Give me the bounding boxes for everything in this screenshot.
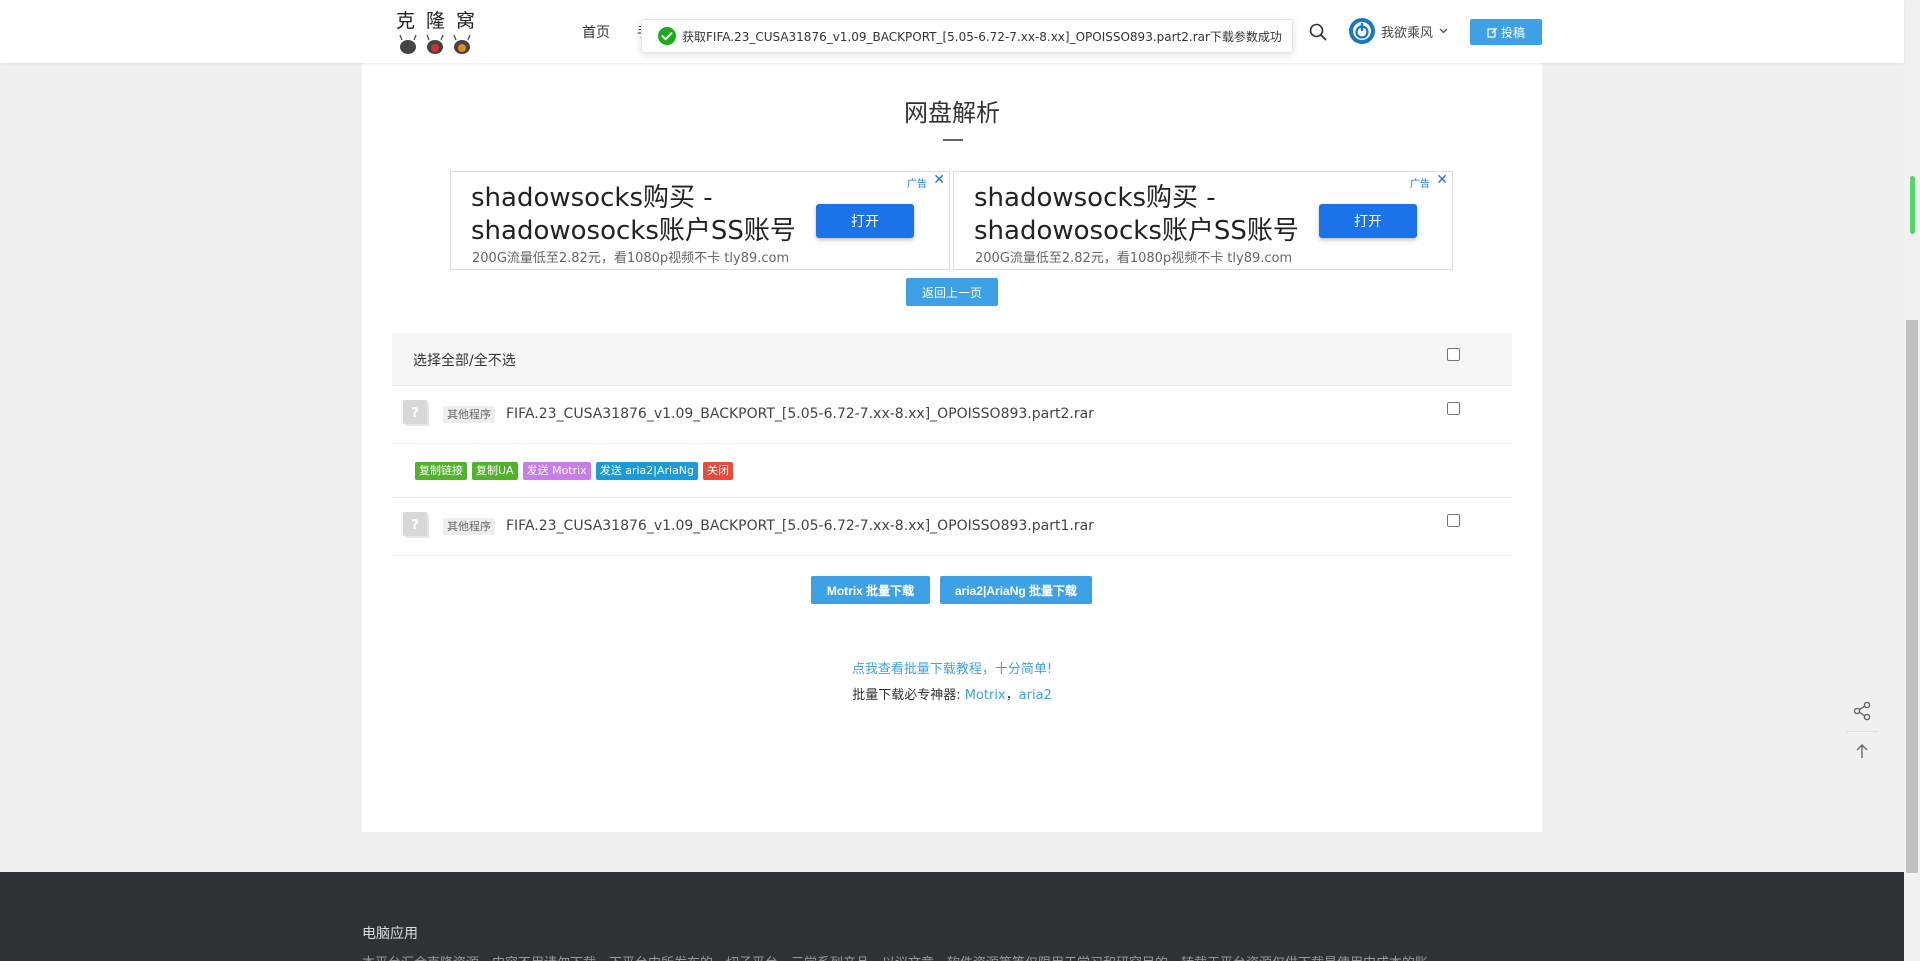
copy-ua-button[interactable]: 复制UA <box>472 461 518 480</box>
close-icon[interactable]: ✕ <box>933 172 945 188</box>
tools-line: 批量下载必专神器: Motrix，aria2 <box>362 684 1542 703</box>
select-all-label: 选择全部/全不选 <box>413 353 516 369</box>
file-actions-row: 复制链接 复制UA 发送 Motrix 发送 aria2|AriaNg 关闭 <box>392 444 1512 498</box>
aria2-link[interactable]: aria2 <box>1019 688 1052 703</box>
ad-title-line: shadowsocks购买 - <box>471 183 713 213</box>
title-divider <box>943 139 963 141</box>
ad-open-button[interactable]: 打开 <box>816 204 914 238</box>
ad-title[interactable]: shadowsocks购买 - shadowosocks账户SS账号 <box>471 182 811 248</box>
motrix-link[interactable]: Motrix <box>965 688 1006 703</box>
svg-text:?: ? <box>411 518 419 533</box>
username: 我欲乘风 <box>1381 25 1434 41</box>
file-row: ? 其他程序 FIFA.23_CUSA31876_v1.09_BACKPORT_… <box>392 498 1512 556</box>
ad-label[interactable]: 广告 <box>907 175 927 190</box>
ad-title-line: shadowsocks购买 - <box>974 183 1216 213</box>
logo-text: 克隆窝 <box>396 10 487 32</box>
select-all-row: 选择全部/全不选 <box>392 333 1512 386</box>
batch-aria2-button[interactable]: aria2|AriaNg 批量下载 <box>940 576 1092 604</box>
copy-link-button[interactable]: 复制链接 <box>415 461 467 480</box>
contribute-button[interactable]: 投稿 <box>1470 19 1542 45</box>
ad-subtitle: 200G流量低至2.82元，看1080p视频不卡 tly89.com <box>472 251 790 266</box>
tools-separator: ， <box>1005 688 1019 703</box>
file-checkbox[interactable] <box>1447 514 1460 527</box>
file-type-badge: 其他程序 <box>443 518 495 535</box>
main-content: 网盘解析 shadowsocks购买 - shadowosocks账户SS账号 … <box>362 63 1542 832</box>
arrow-up-icon[interactable] <box>1848 737 1876 765</box>
file-name[interactable]: FIFA.23_CUSA31876_v1.09_BACKPORT_[5.05-6… <box>506 406 1094 422</box>
back-button[interactable]: 返回上一页 <box>906 278 998 306</box>
footer-title: 电脑应用 <box>362 926 418 942</box>
ad-title[interactable]: shadowsocks购买 - shadowosocks账户SS账号 <box>974 182 1314 248</box>
search-icon[interactable] <box>1309 23 1327 41</box>
file-name[interactable]: FIFA.23_CUSA31876_v1.09_BACKPORT_[5.05-6… <box>506 518 1094 534</box>
float-divider <box>1846 731 1878 732</box>
toast-message: 获取FIFA.23_CUSA31876_v1.09_BACKPORT_[5.05… <box>682 29 1282 44</box>
logo-bugs-icon <box>399 34 471 54</box>
unknown-file-icon: ? <box>403 400 429 426</box>
scrollbar-thumb[interactable] <box>1906 320 1918 873</box>
unknown-file-icon: ? <box>403 512 429 538</box>
ad-open-button[interactable]: 打开 <box>1319 204 1417 238</box>
ad-banner[interactable]: shadowsocks购买 - shadowosocks账户SS账号 200G流… <box>953 171 1453 270</box>
send-aria2-button[interactable]: 发送 aria2|AriaNg <box>595 461 699 480</box>
edit-icon <box>1487 26 1498 38</box>
ad-title-line: shadowosocks账户SS账号 <box>974 216 1299 246</box>
chevron-down-icon <box>1439 28 1448 34</box>
batch-motrix-button[interactable]: Motrix 批量下载 <box>811 576 930 604</box>
svg-text:?: ? <box>411 406 419 421</box>
page-title: 网盘解析 <box>904 99 1000 127</box>
share-icon[interactable] <box>1848 697 1876 725</box>
ad-title-line: shadowosocks账户SS账号 <box>471 216 796 246</box>
nav-home[interactable]: 首页 <box>582 22 610 42</box>
site-header: 克隆窝 首页 手 获取FIFA.23_CUSA31876_v1.09_BACKP… <box>0 0 1904 63</box>
ad-subtitle: 200G流量低至2.82元，看1080p视频不卡 tly89.com <box>975 251 1293 266</box>
contribute-label: 投稿 <box>1500 25 1525 40</box>
site-logo[interactable]: 克隆窝 <box>396 6 482 54</box>
scroll-indicator <box>1910 176 1915 234</box>
tutorial-link[interactable]: 点我查看批量下载教程，十分简单! <box>362 658 1542 677</box>
file-row: ? 其他程序 FIFA.23_CUSA31876_v1.09_BACKPORT_… <box>392 386 1512 444</box>
check-circle-icon <box>658 27 676 45</box>
ad-banner[interactable]: shadowsocks购买 - shadowosocks账户SS账号 200G流… <box>450 171 950 270</box>
footer-text: 本平台汇合克隆资源，内容不用请勿下载，下平台内所发布的一切子平台，三学系列产品，… <box>362 952 1542 961</box>
avatar <box>1349 18 1375 44</box>
success-toast: 获取FIFA.23_CUSA31876_v1.09_BACKPORT_[5.05… <box>641 19 1293 53</box>
file-checkbox[interactable] <box>1447 402 1460 415</box>
site-footer: 电脑应用 本平台汇合克隆资源，内容不用请勿下载，下平台内所发布的一切子平台，三学… <box>0 872 1904 961</box>
tools-prefix: 批量下载必专神器: <box>852 688 965 703</box>
send-motrix-button[interactable]: 发送 Motrix <box>522 461 591 480</box>
close-icon[interactable]: ✕ <box>1436 172 1448 188</box>
select-all-checkbox[interactable] <box>1447 348 1460 361</box>
close-actions-button[interactable]: 关闭 <box>703 461 734 480</box>
file-type-badge: 其他程序 <box>443 406 495 423</box>
user-menu[interactable]: 我欲乘风 <box>1349 18 1448 44</box>
ad-label[interactable]: 广告 <box>1410 175 1430 190</box>
